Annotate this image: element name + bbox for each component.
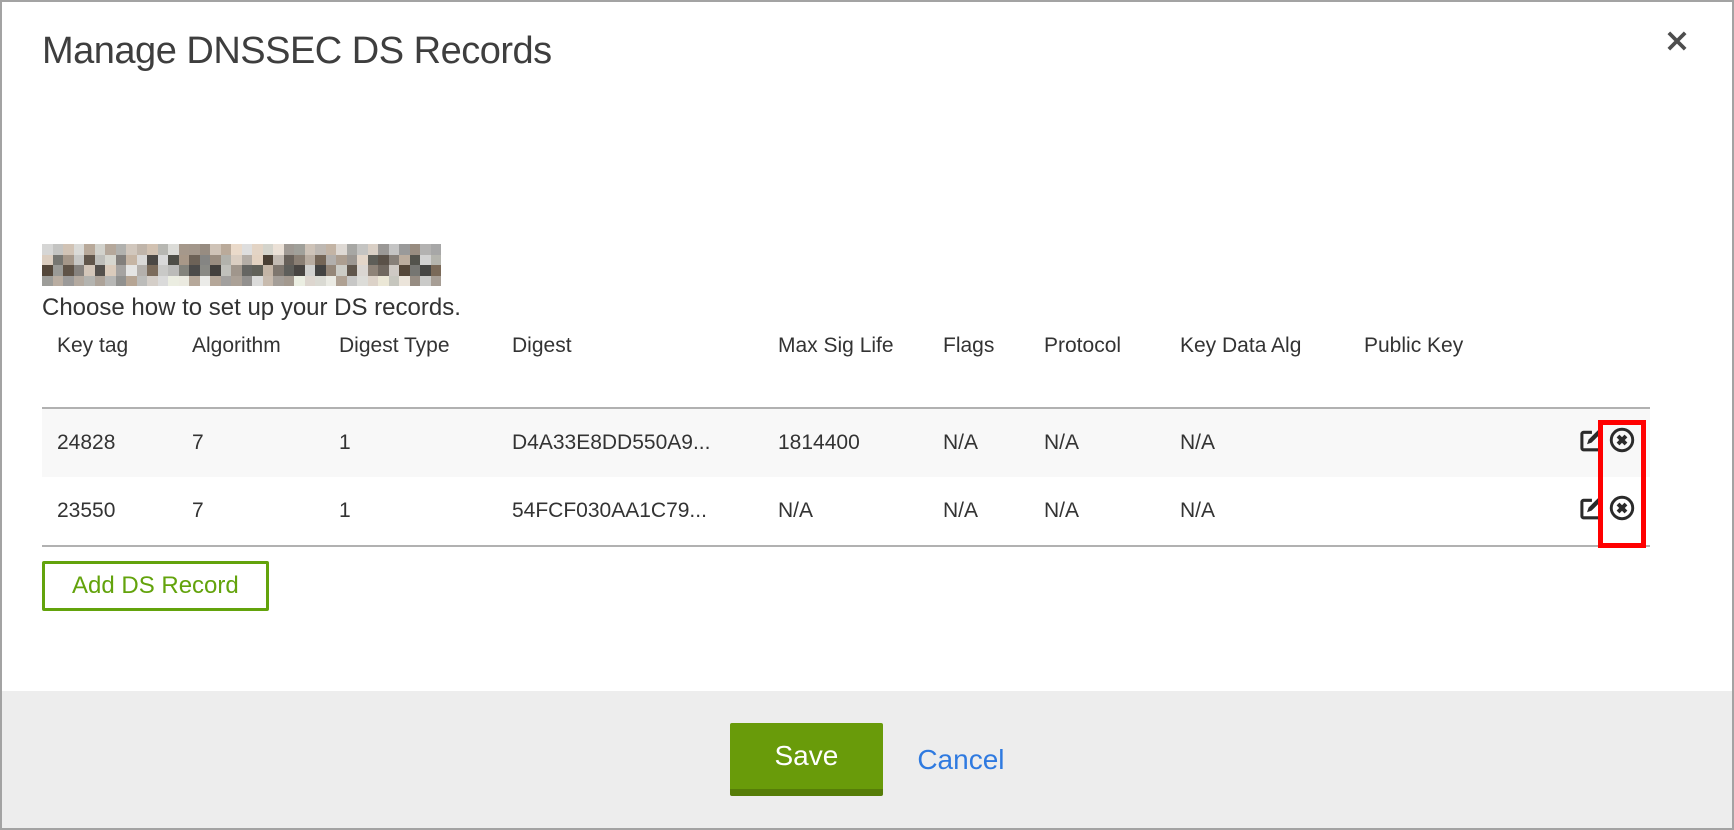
ds-records-table-wrap: Key tag Algorithm Digest Type Digest Max… (42, 326, 1650, 547)
cell-key-tag: 24828 (42, 408, 192, 477)
manage-dnssec-dialog: Manage DNSSEC DS Records Choose how to s… (0, 0, 1734, 830)
col-flags: Flags (943, 326, 1044, 408)
edit-record-button[interactable] (1577, 426, 1605, 454)
cell-flags: N/A (943, 408, 1044, 477)
cell-digest-type: 1 (339, 408, 512, 477)
redacted-domain-name (42, 244, 441, 286)
cell-protocol: N/A (1044, 408, 1180, 477)
cell-digest: D4A33E8DD550A9... (512, 408, 778, 477)
table-row: 24828 7 1 D4A33E8DD550A9... 1814400 N/A … (42, 408, 1650, 477)
cell-public-key (1364, 408, 1537, 477)
cell-public-key (1364, 477, 1537, 546)
cell-algorithm: 7 (192, 408, 339, 477)
col-max-sig-life: Max Sig Life (778, 326, 943, 408)
cancel-link[interactable]: Cancel (917, 744, 1004, 776)
remove-icon (1608, 426, 1636, 454)
cell-actions (1537, 477, 1650, 546)
col-actions (1537, 326, 1650, 408)
col-protocol: Protocol (1044, 326, 1180, 408)
edit-icon (1577, 494, 1605, 522)
remove-record-button[interactable] (1608, 426, 1636, 454)
cell-digest: 54FCF030AA1C79... (512, 477, 778, 546)
edit-icon (1577, 426, 1605, 454)
close-button[interactable] (1662, 28, 1692, 58)
dialog-body: Manage DNSSEC DS Records Choose how to s… (2, 2, 1732, 691)
add-ds-record-button[interactable]: Add DS Record (42, 561, 269, 611)
remove-icon (1608, 494, 1636, 522)
col-key-data-alg: Key Data Alg (1180, 326, 1364, 408)
col-digest-type: Digest Type (339, 326, 512, 408)
cell-key-data-alg: N/A (1180, 477, 1364, 546)
ds-records-table: Key tag Algorithm Digest Type Digest Max… (42, 326, 1650, 547)
remove-record-button[interactable] (1608, 494, 1636, 522)
col-public-key: Public Key (1364, 326, 1537, 408)
col-key-tag: Key tag (42, 326, 192, 408)
page-title: Manage DNSSEC DS Records (42, 30, 1692, 73)
table-header-row: Key tag Algorithm Digest Type Digest Max… (42, 326, 1650, 408)
cell-key-tag: 23550 (42, 477, 192, 546)
cell-max-sig-life: 1814400 (778, 408, 943, 477)
cell-algorithm: 7 (192, 477, 339, 546)
close-icon (1663, 27, 1691, 60)
save-button[interactable]: Save (730, 723, 884, 796)
dialog-footer: Save Cancel (2, 691, 1732, 828)
table-row: 23550 7 1 54FCF030AA1C79... N/A N/A N/A … (42, 477, 1650, 546)
cell-key-data-alg: N/A (1180, 408, 1364, 477)
cell-max-sig-life: N/A (778, 477, 943, 546)
col-algorithm: Algorithm (192, 326, 339, 408)
instruction-text: Choose how to set up your DS records. (42, 294, 1692, 322)
edit-record-button[interactable] (1577, 494, 1605, 522)
col-digest: Digest (512, 326, 778, 408)
cell-protocol: N/A (1044, 477, 1180, 546)
cell-flags: N/A (943, 477, 1044, 546)
cell-actions (1537, 408, 1650, 477)
cell-digest-type: 1 (339, 477, 512, 546)
